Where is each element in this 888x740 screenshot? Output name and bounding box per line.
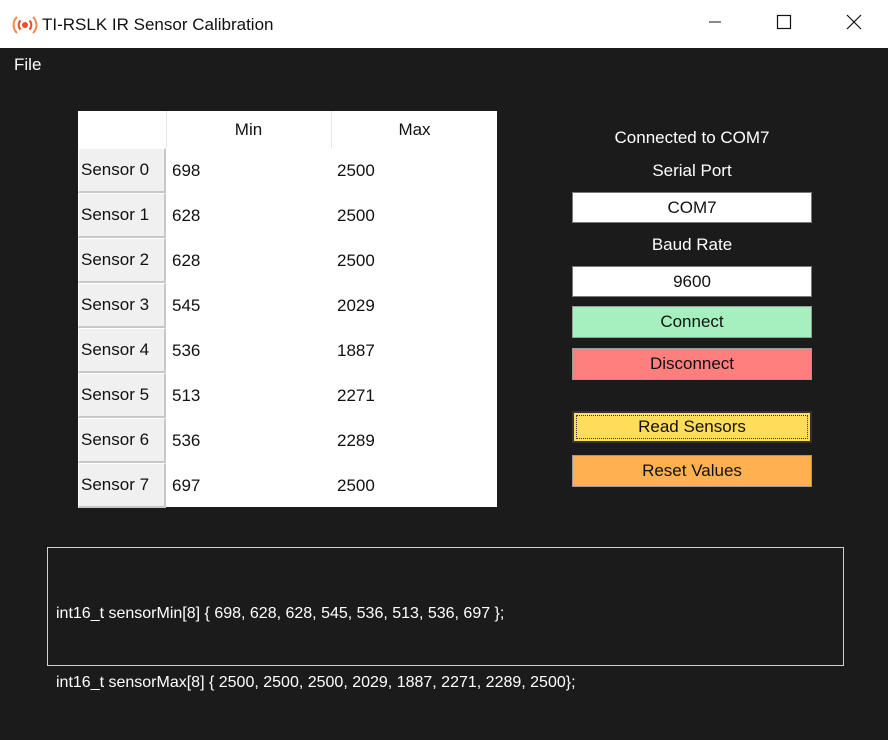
sensor-0-max[interactable]: 2500	[337, 148, 375, 193]
serial-port-field[interactable]: COM7	[572, 192, 812, 223]
table-row: Sensor 1 628 2500	[78, 193, 497, 238]
table-header: Min Max	[78, 111, 497, 148]
sensor-4-min[interactable]: 536	[172, 328, 200, 373]
table-row: Sensor 0 698 2500	[78, 148, 497, 193]
table-row: Sensor 4 536 1887	[78, 328, 497, 373]
baud-rate-label: Baud Rate	[651, 235, 733, 254]
read-sensors-button[interactable]: Read Sensors	[572, 411, 812, 443]
sensor-5-max[interactable]: 2271	[337, 373, 375, 418]
sensor-3-min[interactable]: 545	[172, 283, 200, 328]
disconnect-button[interactable]: Disconnect	[572, 348, 812, 380]
sensor-1-row-button[interactable]: Sensor 1	[78, 193, 166, 238]
header-corner	[78, 111, 167, 148]
sensor-5-min[interactable]: 513	[172, 373, 200, 418]
sensor-3-row-button[interactable]: Sensor 3	[78, 283, 166, 328]
sensor-4-max[interactable]: 1887	[337, 328, 375, 373]
table-row: Sensor 5 513 2271	[78, 373, 497, 418]
sensor-7-row-button[interactable]: Sensor 7	[78, 463, 166, 508]
sensor-5-row-button[interactable]: Sensor 5	[78, 373, 166, 418]
broadcast-icon	[12, 14, 38, 36]
table-row: Sensor 2 628 2500	[78, 238, 497, 283]
output-line-min: int16_t sensorMin[8] { 698, 628, 628, 54…	[56, 605, 505, 622]
header-max: Max	[398, 119, 431, 139]
app-window: TI-RSLK IR Sensor Calibration File Min M…	[0, 0, 888, 703]
menu-file[interactable]: File	[14, 55, 41, 75]
window-title: TI-RSLK IR Sensor Calibration	[42, 15, 274, 34]
sensor-0-min[interactable]: 698	[172, 148, 200, 193]
sensor-6-max[interactable]: 2289	[337, 418, 375, 463]
minimize-button[interactable]	[692, 0, 738, 48]
sensor-table: Min Max Sensor 0 698 2500 Sensor 1 628 2…	[78, 111, 497, 508]
sensor-4-row-button[interactable]: Sensor 4	[78, 328, 166, 373]
serial-port-label: Serial Port	[652, 161, 732, 180]
output-textbox[interactable]: int16_t sensorMin[8] { 698, 628, 628, 54…	[47, 547, 844, 691]
close-button[interactable]	[831, 0, 877, 48]
sensor-6-min[interactable]: 536	[172, 418, 200, 463]
sensor-0-row-button[interactable]: Sensor 0	[78, 148, 166, 193]
sensor-2-min[interactable]: 628	[172, 238, 200, 283]
sensor-1-min[interactable]: 628	[172, 193, 200, 238]
output-line-max: int16_t sensorMax[8] { 2500, 2500, 2500,…	[56, 674, 576, 691]
sensor-1-max[interactable]: 2500	[337, 193, 375, 238]
connection-status: Connected to COM7	[614, 128, 770, 147]
sensor-7-min[interactable]: 697	[172, 463, 200, 508]
maximize-button[interactable]	[761, 0, 807, 48]
sensor-7-max[interactable]: 2500	[337, 463, 375, 508]
sensor-2-row-button[interactable]: Sensor 2	[78, 238, 166, 283]
table-row: Sensor 3 545 2029	[78, 283, 497, 328]
sensor-3-max[interactable]: 2029	[337, 283, 375, 328]
baud-rate-field[interactable]: 9600	[572, 266, 812, 297]
title-bar: TI-RSLK IR Sensor Calibration	[0, 0, 888, 48]
sensor-2-max[interactable]: 2500	[337, 238, 375, 283]
maximize-icon	[776, 14, 792, 35]
sensor-6-row-button[interactable]: Sensor 6	[78, 418, 166, 463]
header-min: Min	[166, 111, 332, 148]
minimize-icon	[708, 15, 722, 34]
connect-button[interactable]: Connect	[572, 306, 812, 338]
table-row: Sensor 7 697 2500	[78, 463, 497, 508]
close-icon	[846, 14, 862, 35]
table-row: Sensor 6 536 2289	[78, 418, 497, 463]
reset-values-button[interactable]: Reset Values	[572, 455, 812, 487]
menu-bar: File	[0, 48, 888, 78]
